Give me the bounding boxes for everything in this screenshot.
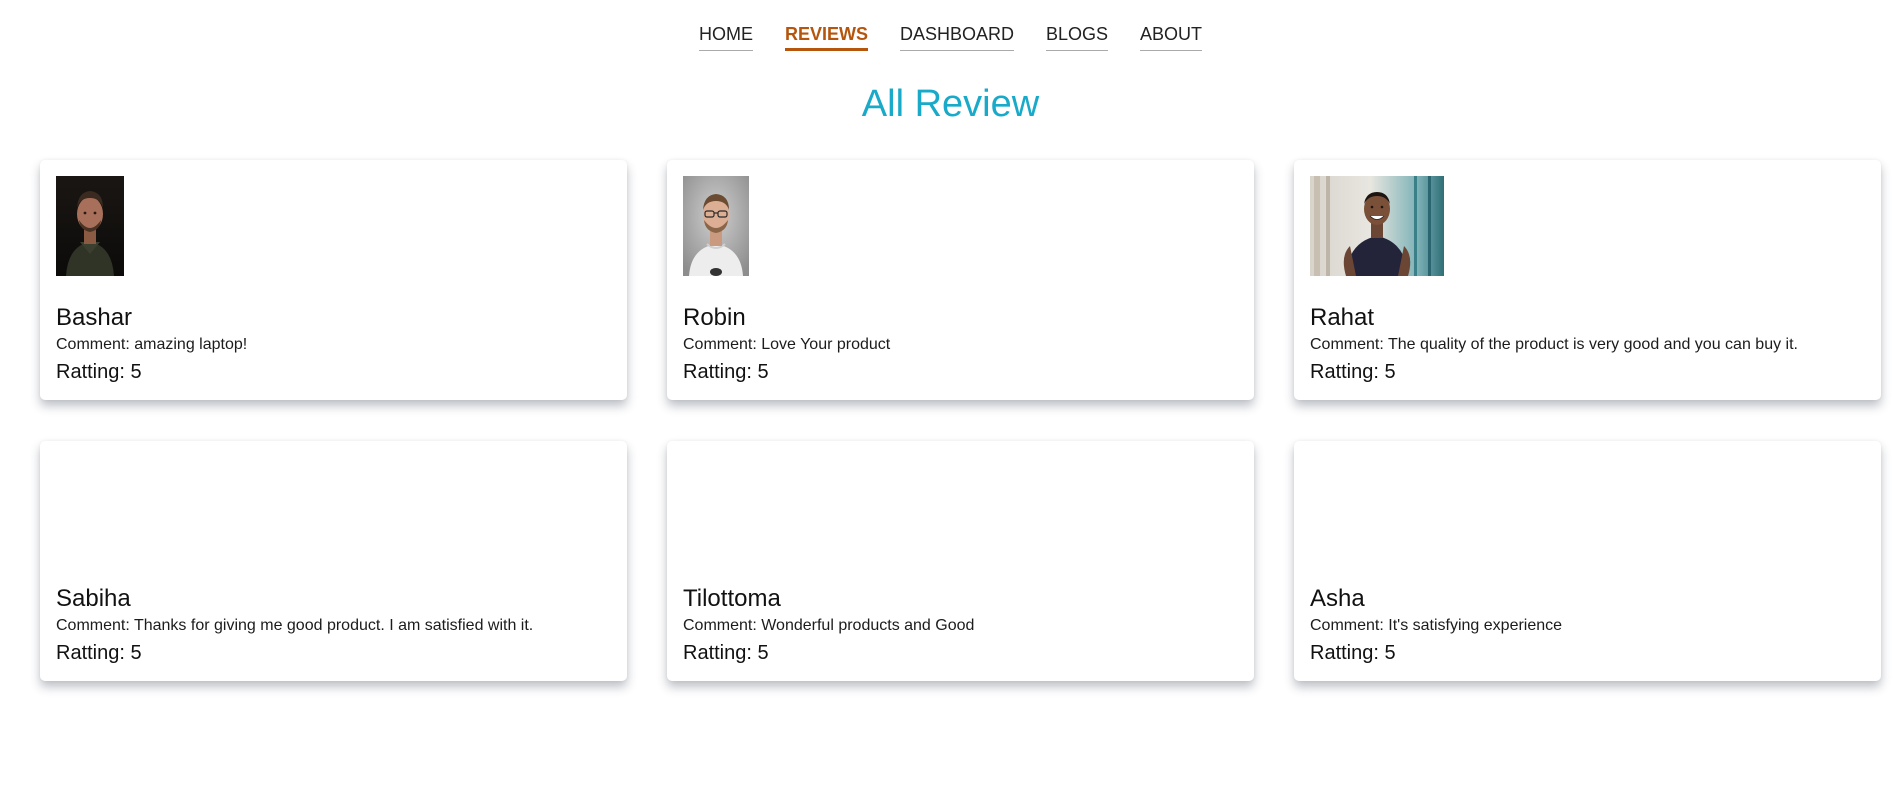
review-comment: Comment: Love Your product (683, 336, 891, 353)
avatar (56, 176, 124, 276)
review-card: Rahat Comment: The quality of the produc… (1294, 160, 1881, 400)
avatar-container (683, 176, 1238, 276)
nav-dashboard-link[interactable]: DASHBOARD (899, 22, 1014, 51)
reviewer-name: Bashar (56, 304, 133, 331)
nav-about-link[interactable]: ABOUT (1140, 22, 1203, 51)
avatar-container (1310, 457, 1865, 557)
review-comment: Comment: The quality of the product is v… (1310, 336, 1798, 353)
avatar (683, 176, 749, 276)
avatar-container (56, 176, 611, 276)
review-comment: Comment: Thanks for giving me good produ… (56, 617, 534, 634)
review-comment: Comment: amazing laptop! (56, 336, 248, 353)
reviewer-name: Rahat (1310, 304, 1375, 331)
avatar (1310, 176, 1444, 276)
reviewer-name: Sabiha (56, 585, 131, 612)
review-comment: Comment: Wonderful products and Good (683, 617, 975, 634)
review-rating: Ratting: 5 (1310, 642, 1396, 664)
avatar-container (1310, 176, 1865, 276)
review-rating: Ratting: 5 (56, 361, 142, 383)
reviewer-name: Asha (1310, 585, 1365, 612)
review-card: Robin Comment: Love Your product Ratting… (667, 160, 1254, 400)
review-card: Sabiha Comment: Thanks for giving me goo… (40, 441, 627, 681)
review-rating: Ratting: 5 (56, 642, 142, 664)
review-comment: Comment: It's satisfying experience (1310, 617, 1563, 634)
nav-blogs-link[interactable]: BLOGS (1046, 22, 1109, 51)
review-card: Tilottoma Comment: Wonderful products an… (667, 441, 1254, 681)
review-rating: Ratting: 5 (683, 642, 769, 664)
reviewer-name: Robin (683, 304, 746, 331)
avatar-container (56, 457, 611, 557)
review-card: Asha Comment: It's satisfying experience… (1294, 441, 1881, 681)
review-rating: Ratting: 5 (1310, 361, 1396, 383)
review-rating: Ratting: 5 (683, 361, 769, 383)
review-card: Bashar Comment: amazing laptop! Ratting:… (40, 160, 627, 400)
nav-reviews-link[interactable]: REVIEWS (784, 22, 868, 51)
nav-home-link[interactable]: HOME (698, 22, 753, 51)
reviews-grid: Bashar Comment: amazing laptop! Ratting:… (40, 160, 1881, 681)
avatar-container (683, 457, 1238, 557)
page-title: All Review (861, 83, 1040, 125)
top-nav: HOME REVIEWS DASHBOARD BLOGS ABOUT (0, 22, 1901, 51)
reviewer-name: Tilottoma (683, 585, 781, 612)
